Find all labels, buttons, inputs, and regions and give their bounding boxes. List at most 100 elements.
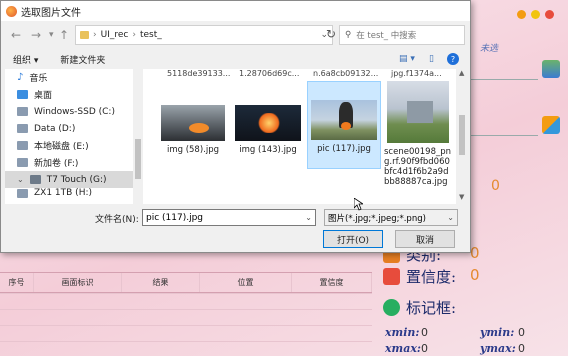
nav-label: 桌面 [34, 91, 53, 101]
nav-label: T7 Touch (G:) [46, 174, 107, 185]
results-body [0, 293, 372, 356]
nav-item-f-drive[interactable]: 新加卷 (F:) [5, 154, 133, 171]
ymin-value: 0 [518, 326, 525, 339]
file-list-scrollbar[interactable]: ▲ ▼ [456, 69, 468, 204]
results-table: 序号 画面标识 结果 位置 置信度 [0, 272, 372, 356]
file-item[interactable]: img (143).jpg [233, 105, 303, 155]
close-button[interactable] [545, 10, 554, 19]
nav-item-desktop[interactable]: 桌面 [5, 86, 133, 103]
nav-item-e-drive[interactable]: 本地磁盘 (E:) [5, 137, 133, 154]
nav-scrollbar[interactable] [133, 69, 143, 204]
chevron-down-icon: ⌄ [17, 175, 24, 184]
cancel-button[interactable]: 取消 [395, 230, 455, 248]
partial-file-name[interactable]: n.6a8cb09132... [313, 69, 378, 78]
thumbnail-image [311, 100, 377, 140]
class-value: 0 [470, 244, 480, 262]
file-name: img (58).jpg [166, 145, 220, 155]
partial-file-name[interactable]: 5118de39133... [167, 69, 230, 78]
confidence-row: 置信度: [383, 266, 456, 287]
col-confidence: 置信度 [292, 273, 372, 292]
nav-label: Data (D:) [34, 123, 76, 134]
dialog-title: 选取图片文件 [21, 7, 81, 19]
file-item-selected[interactable]: pic (117).jpg [307, 81, 381, 169]
nav-item-music[interactable]: ♪ 音乐 [5, 69, 133, 86]
mouse-cursor-icon [354, 198, 363, 211]
address-bar: ← → ▾ ↑ › UI_rec › test_ ⌄ ↻ ⚲ 在 test_ 中… [1, 25, 470, 47]
confidence-value: 0 [470, 266, 480, 284]
cube-icon[interactable] [542, 116, 560, 134]
refresh-icon[interactable]: ↻ [326, 27, 336, 41]
drive-icon [17, 107, 28, 116]
back-icon[interactable]: ← [11, 28, 21, 42]
ymax-label: ymax: [480, 342, 516, 355]
scroll-down-icon[interactable]: ▼ [459, 193, 464, 201]
thumbnail-image [161, 105, 225, 141]
results-header: 序号 画面标识 结果 位置 置信度 [0, 273, 372, 293]
search-input[interactable]: ⚲ 在 test_ 中搜索 [339, 25, 465, 45]
organize-button[interactable]: 组织 ▾ [13, 53, 38, 66]
ymax-value: 0 [518, 342, 525, 355]
open-file-dialog: 选取图片文件 ← → ▾ ↑ › UI_rec › test_ ⌄ ↻ ⚲ 在 … [0, 0, 471, 253]
recent-dropdown-icon[interactable]: ▾ [49, 30, 54, 40]
filename-value: pic (117).jpg [146, 212, 204, 223]
filename-input[interactable]: pic (117).jpg ⌄ [142, 209, 316, 226]
path-hint: 未选 [480, 44, 499, 54]
nav-item-g-drive[interactable]: ⌄ T7 Touch (G:) [5, 171, 133, 188]
model-path-input[interactable] [466, 118, 538, 136]
view-options-icon[interactable]: ▤ ▾ [399, 54, 415, 64]
nav-item-h-drive[interactable]: ZX1 1TB (H:) [5, 188, 133, 198]
minimize-button[interactable] [517, 10, 526, 19]
filename-label: 文件名(N): [95, 215, 139, 225]
drive-icon [17, 188, 28, 198]
drive-icon [29, 175, 41, 184]
crumb-ui-rec[interactable]: UI_rec [101, 30, 129, 40]
bbox-row: 标记框: [383, 297, 456, 318]
maximize-button[interactable] [531, 10, 540, 19]
scroll-up-icon[interactable]: ▲ [459, 69, 464, 77]
chevron-down-icon[interactable]: ⌄ [305, 213, 312, 222]
crumb-test[interactable]: test_ [140, 30, 162, 40]
xmin-label: xmin: [385, 326, 420, 339]
help-icon[interactable]: ? [447, 53, 459, 65]
chevron-down-icon: ⌄ [447, 213, 454, 222]
drive-icon [17, 124, 28, 133]
partial-file-name[interactable]: 1.28706d69c... [239, 69, 299, 78]
open-button[interactable]: 打开(O) [323, 230, 383, 248]
desktop-icon [17, 90, 28, 99]
file-list: 5118de39133... 1.28706d69c... n.6a8cb091… [143, 69, 456, 204]
window-controls [517, 10, 554, 19]
count-value: 0 [491, 178, 500, 194]
bbox-icon [383, 299, 400, 316]
col-result: 结果 [122, 273, 200, 292]
open-image-icon[interactable] [542, 60, 560, 78]
navigation-pane: ♪ 音乐 桌面 Windows-SSD (C:) Data (D:) 本地磁盘 … [5, 69, 133, 204]
music-icon: ♪ [17, 72, 24, 83]
partial-file-name[interactable]: jpg.f1374a... [391, 69, 442, 78]
check-icon [383, 268, 400, 285]
up-icon[interactable]: ↑ [59, 28, 69, 42]
file-name: scene00198_png.rf.90f9fbd060bfc4d1f6b2a9… [384, 147, 452, 187]
forward-icon[interactable]: → [31, 28, 41, 42]
new-folder-button[interactable]: 新建文件夹 [60, 53, 105, 66]
bbox-label: 标记框: [406, 299, 457, 317]
file-type-value: 图片(*.jpg;*.jpeg;*.png) [328, 213, 426, 224]
nav-label: 新加卷 (F:) [34, 159, 79, 169]
thumbnail-image [235, 105, 301, 141]
thumbnail-image [387, 81, 449, 143]
xmin-value: 0 [421, 326, 428, 339]
file-item[interactable]: scene00198_png.rf.90f9fbd060bfc4d1f6b2a9… [384, 81, 452, 187]
nav-label: ZX1 1TB (H:) [34, 188, 92, 198]
image-path-input[interactable] [466, 62, 538, 80]
app-icon [6, 5, 17, 17]
nav-label: 本地磁盘 (E:) [34, 142, 89, 152]
preview-pane-icon[interactable]: ▯ [429, 54, 434, 64]
drive-icon [17, 158, 28, 167]
col-frame: 画面标识 [34, 273, 122, 292]
nav-item-c-drive[interactable]: Windows-SSD (C:) [5, 103, 133, 120]
xmax-value: 0 [421, 342, 428, 355]
breadcrumb[interactable]: › UI_rec › test_ ⌄ [75, 25, 333, 45]
file-item[interactable]: img (58).jpg [159, 105, 227, 155]
nav-item-d-drive[interactable]: Data (D:) [5, 120, 133, 137]
ymin-label: ymin: [480, 326, 515, 339]
file-type-select[interactable]: 图片(*.jpg;*.jpeg;*.png) ⌄ [324, 209, 458, 226]
